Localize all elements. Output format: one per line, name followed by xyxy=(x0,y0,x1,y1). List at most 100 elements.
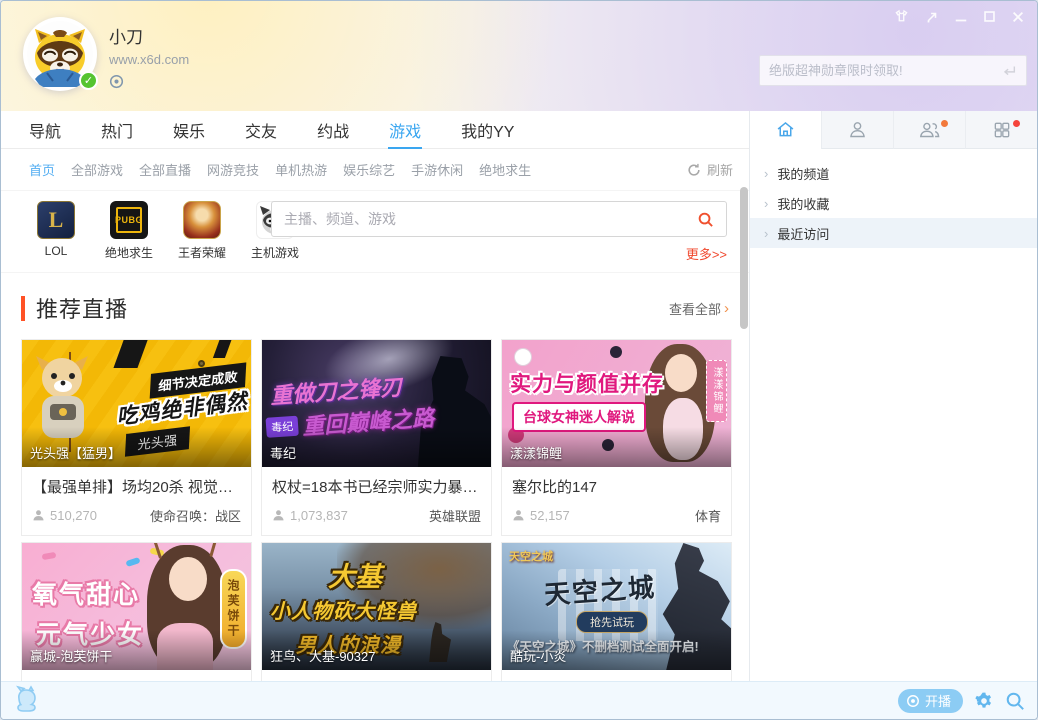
settings-gear-icon[interactable] xyxy=(974,691,994,711)
visibility-status-icon[interactable] xyxy=(109,74,124,94)
sidebar-tabs xyxy=(750,111,1037,149)
subnav-all-games[interactable]: 全部游戏 xyxy=(71,160,123,179)
live-title: 【最强单排】场均20杀 视觉盛宴 xyxy=(32,476,241,497)
refresh-button[interactable]: 刷新 xyxy=(687,160,733,179)
sidebar-item-my-channels[interactable]: 我的频道 xyxy=(750,158,1037,188)
live-card[interactable]: 重做刀之锋刃 毒纪 重回巅峰之路 毒纪 权杖=18本书已经宗师实力暴涨... 1… xyxy=(261,339,492,536)
live-category: 英雄联盟 xyxy=(429,506,481,525)
live-card-grid: 细节决定成败 吃鸡绝非偶然 光头强 光头强【猛男】 【最强单排】场均20杀 视觉… xyxy=(1,339,749,681)
start-live-button[interactable]: 开播 xyxy=(898,689,963,713)
live-thumbnail[interactable]: 大基 小人物砍大怪兽 男人的浪漫 狂鸟、大基-90327 xyxy=(262,543,491,670)
tab-contacts[interactable] xyxy=(821,111,893,149)
subnav-online-games[interactable]: 网游竞技 xyxy=(207,160,259,179)
verified-badge-icon: ✓ xyxy=(79,71,98,90)
game-shortcuts: L LOL PUBG 绝地求生 王者荣耀 xyxy=(1,191,749,273)
refresh-icon xyxy=(687,163,701,177)
theme-skin-icon[interactable] xyxy=(893,8,910,25)
minimize-icon[interactable] xyxy=(954,10,968,24)
sidebar-item-my-favorites[interactable]: 我的收藏 xyxy=(750,188,1037,218)
tab-apps[interactable] xyxy=(965,111,1037,149)
close-icon[interactable] xyxy=(1011,10,1025,24)
tab-navigation[interactable]: 导航 xyxy=(29,111,61,148)
yy-paw-mascot-icon[interactable] xyxy=(13,685,53,717)
people-icon xyxy=(918,119,941,140)
broadcast-notice-field[interactable] xyxy=(759,55,1027,86)
live-thumbnail[interactable]: 细节决定成败 吃鸡绝非偶然 光头强 光头强【猛男】 xyxy=(22,340,251,467)
broadcast-notice-input[interactable] xyxy=(769,63,1001,78)
tab-friends[interactable]: 交友 xyxy=(245,111,277,148)
live-card[interactable]: 大基 小人物砍大怪兽 男人的浪漫 狂鸟、大基-90327 怪物猎人世界迷惑行为大… xyxy=(261,542,492,681)
sidebar-menu: 我的频道 我的收藏 最近访问 xyxy=(750,149,1037,248)
mini-mode-icon[interactable] xyxy=(925,10,939,24)
yy-client-window: ✓ 小刀 www.x6d.com 导航 热门 娱乐 交友 约战 游戏 我的YY … xyxy=(0,0,1038,720)
streamer-name: 漾漾锦鲤 xyxy=(502,427,731,467)
shortcut-honor-of-kings[interactable]: 王者荣耀 xyxy=(175,201,229,272)
search-input[interactable] xyxy=(284,211,697,227)
live-thumbnail[interactable]: 天空之城 天空之城 抢先试玩 《天空之城》不删档测试全面开启! 酷玩-小炎 xyxy=(502,543,731,670)
streamer-name: 毒纪 xyxy=(262,427,491,467)
streamer-name: 赢城-泡芙饼干 xyxy=(22,630,251,670)
username: 小刀 xyxy=(109,23,143,48)
shortcut-lol[interactable]: L LOL xyxy=(29,201,83,272)
more-link[interactable]: 更多>> xyxy=(271,244,727,263)
footer-bar: 开播 xyxy=(1,681,1037,719)
subnav-pubg[interactable]: 绝地求生 xyxy=(479,160,531,179)
maximize-icon[interactable] xyxy=(983,10,996,23)
tab-home[interactable] xyxy=(750,111,821,149)
header: ✓ 小刀 www.x6d.com xyxy=(1,1,1037,111)
pubg-icon: PUBG xyxy=(110,201,148,239)
user-website: www.x6d.com xyxy=(109,52,189,67)
live-card[interactable]: 氧气甜心 元气少女 泡芙饼干 赢城-泡芙饼干 1号心动女生 xyxy=(21,542,252,681)
honor-of-kings-icon xyxy=(183,201,221,239)
section-title: 推荐直播 xyxy=(36,292,128,324)
vertical-scrollbar[interactable] xyxy=(740,187,748,329)
tab-games[interactable]: 游戏 xyxy=(389,111,421,148)
enter-icon[interactable] xyxy=(1001,64,1017,78)
person-icon xyxy=(847,119,868,140)
streamer-name: 光头强【猛男】 xyxy=(22,427,251,467)
shortcut-pubg[interactable]: PUBG 绝地求生 xyxy=(102,201,156,272)
live-thumbnail[interactable]: 重做刀之锋刃 毒纪 重回巅峰之路 毒纪 xyxy=(262,340,491,467)
streamer-name: 酷玩-小炎 xyxy=(502,630,731,670)
secondary-nav: 首页 全部游戏 全部直播 网游竞技 单机热游 娱乐综艺 手游休闲 绝地求生 刷新 xyxy=(1,149,749,191)
home-icon xyxy=(775,119,796,140)
right-sidebar: 我的频道 我的收藏 最近访问 xyxy=(749,111,1037,681)
live-card[interactable]: 实力与颜值并存 台球女神迷人解说 漾漾锦鲤 漾漾锦鲤 塞尔比的147 52,15… xyxy=(501,339,732,536)
user-avatar[interactable]: ✓ xyxy=(23,17,97,91)
live-category: 体育 xyxy=(695,506,721,525)
live-title: 权杖=18本书已经宗师实力暴涨... xyxy=(272,476,481,497)
live-thumbnail[interactable]: 氧气甜心 元气少女 泡芙饼干 赢城-泡芙饼干 xyxy=(22,543,251,670)
tab-match[interactable]: 约战 xyxy=(317,111,349,148)
viewer-icon xyxy=(272,509,285,522)
search-field[interactable] xyxy=(271,201,727,237)
subnav-mobile-games[interactable]: 手游休闲 xyxy=(411,160,463,179)
viewer-icon xyxy=(32,509,45,522)
chevron-right-icon xyxy=(764,167,768,180)
viewer-icon xyxy=(512,509,525,522)
live-thumbnail[interactable]: 实力与颜值并存 台球女神迷人解说 漾漾锦鲤 漾漾锦鲤 xyxy=(502,340,731,467)
tab-friends-list[interactable] xyxy=(893,111,965,149)
global-search-icon[interactable] xyxy=(1005,691,1025,711)
tab-hot[interactable]: 热门 xyxy=(101,111,133,148)
viewer-count: 1,073,837 xyxy=(272,508,348,523)
chevron-right-icon xyxy=(764,197,768,210)
subnav-all-live[interactable]: 全部直播 xyxy=(139,160,191,179)
viewer-count: 510,270 xyxy=(32,508,97,523)
section-accent-bar xyxy=(21,296,25,321)
live-category: 使命召唤：战区 xyxy=(150,506,241,525)
section-header: 推荐直播 查看全部 xyxy=(1,273,749,339)
tab-my-yy[interactable]: 我的YY xyxy=(461,111,514,148)
notification-dot xyxy=(941,120,948,127)
subnav-pc-games[interactable]: 单机热游 xyxy=(275,160,327,179)
search-icon[interactable] xyxy=(697,211,714,228)
live-card[interactable]: 天空之城 天空之城 抢先试玩 《天空之城》不删档测试全面开启! 酷玩-小炎 端游… xyxy=(501,542,732,681)
sidebar-item-recent-visits[interactable]: 最近访问 xyxy=(750,218,1037,248)
view-all-link[interactable]: 查看全部 xyxy=(669,299,729,318)
live-card[interactable]: 细节决定成败 吃鸡绝非偶然 光头强 光头强【猛男】 【最强单排】场均20杀 视觉… xyxy=(21,339,252,536)
footer-actions: 开播 xyxy=(898,689,1025,713)
subnav-home[interactable]: 首页 xyxy=(29,160,55,179)
streamer-name: 狂鸟、大基-90327 xyxy=(262,630,491,670)
subnav-variety[interactable]: 娱乐综艺 xyxy=(343,160,395,179)
tab-entertainment[interactable]: 娱乐 xyxy=(173,111,205,148)
primary-nav: 导航 热门 娱乐 交友 约战 游戏 我的YY xyxy=(1,111,749,149)
